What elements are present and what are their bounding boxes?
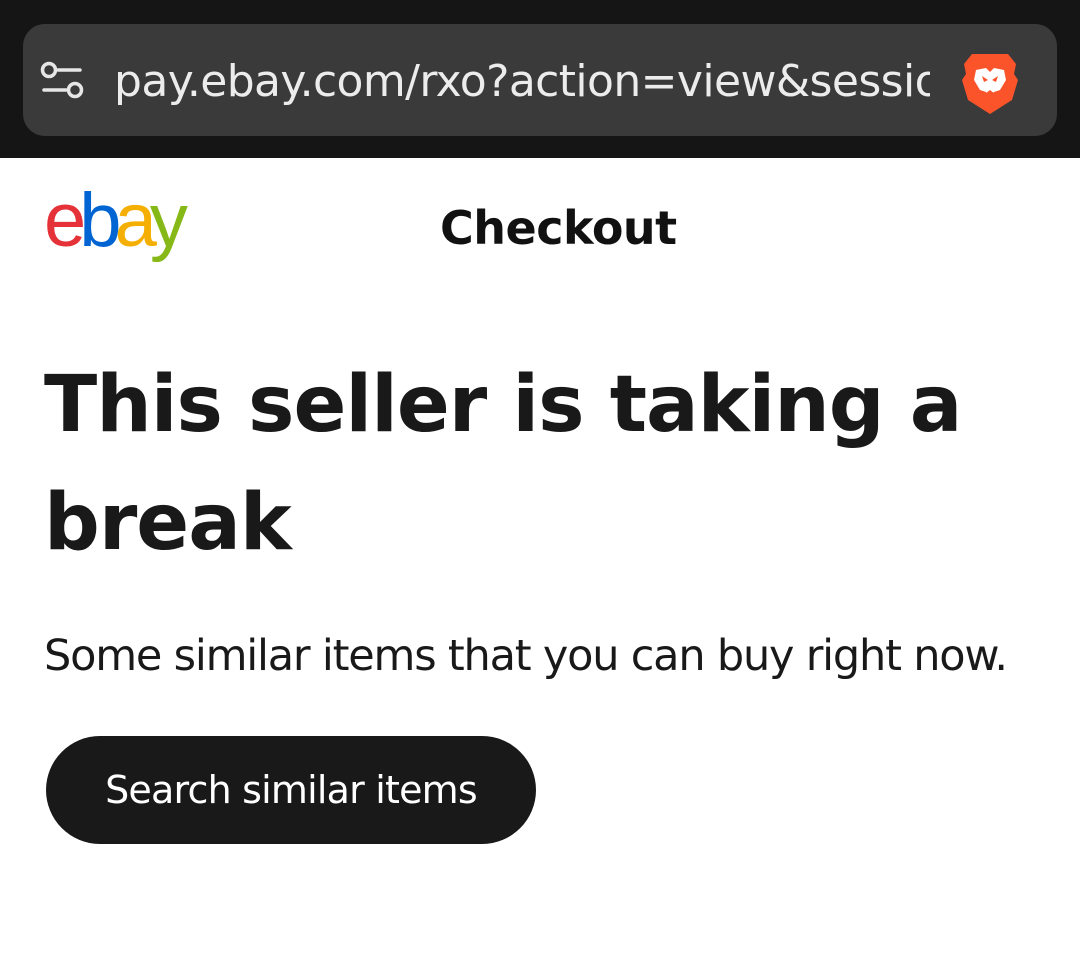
brave-shields-icon[interactable] [958,50,1022,118]
search-similar-items-button[interactable]: Search similar items [46,736,536,844]
browser-toolbar: pay.ebay.com/rxo?action=view&sessionid [0,0,1080,158]
site-settings-icon[interactable] [40,60,84,100]
seller-away-headline: This seller is taking a break [44,360,962,568]
page-title: Checkout [440,201,677,255]
url-text[interactable]: pay.ebay.com/rxo?action=view&sessionid [114,52,930,112]
similar-items-message: Some similar items that you can buy righ… [44,631,1008,681]
ebay-logo[interactable]: ebay [44,188,234,270]
svg-text:ebay: ebay [44,188,188,263]
